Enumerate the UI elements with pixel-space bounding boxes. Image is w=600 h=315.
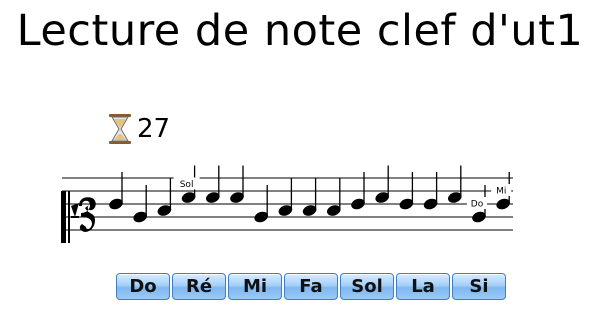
answer-buttons: Do Ré Mi Fa Sol La Si bbox=[116, 273, 506, 300]
answer-button[interactable]: Sol bbox=[340, 273, 394, 300]
note-label: Sol bbox=[180, 180, 194, 190]
hourglass-icon bbox=[109, 114, 131, 144]
note bbox=[448, 165, 462, 203]
timer-count: 27 bbox=[137, 114, 171, 144]
notes-group: Sol Do Mi bbox=[109, 165, 512, 223]
note bbox=[206, 165, 220, 203]
note-label: Mi bbox=[496, 187, 506, 197]
answer-button[interactable]: Fa bbox=[284, 273, 338, 300]
answer-button[interactable]: Do bbox=[116, 273, 170, 300]
note-label: Do bbox=[471, 200, 484, 210]
note bbox=[278, 178, 293, 216]
note: Sol bbox=[173, 165, 200, 203]
note bbox=[375, 165, 389, 203]
note bbox=[327, 178, 341, 216]
note bbox=[157, 178, 172, 216]
answer-button[interactable]: La bbox=[396, 273, 450, 300]
answer-button[interactable]: Si bbox=[452, 273, 506, 300]
page-title: Lecture de note clef d'ut1 bbox=[16, 6, 584, 56]
answer-button[interactable]: Mi bbox=[228, 273, 282, 300]
answer-button[interactable]: Ré bbox=[172, 273, 226, 300]
music-staff: Sol Do Mi bbox=[61, 165, 513, 243]
note bbox=[302, 178, 317, 216]
note bbox=[230, 165, 244, 203]
staff-lines bbox=[62, 177, 513, 231]
timer: 27 bbox=[108, 113, 170, 145]
